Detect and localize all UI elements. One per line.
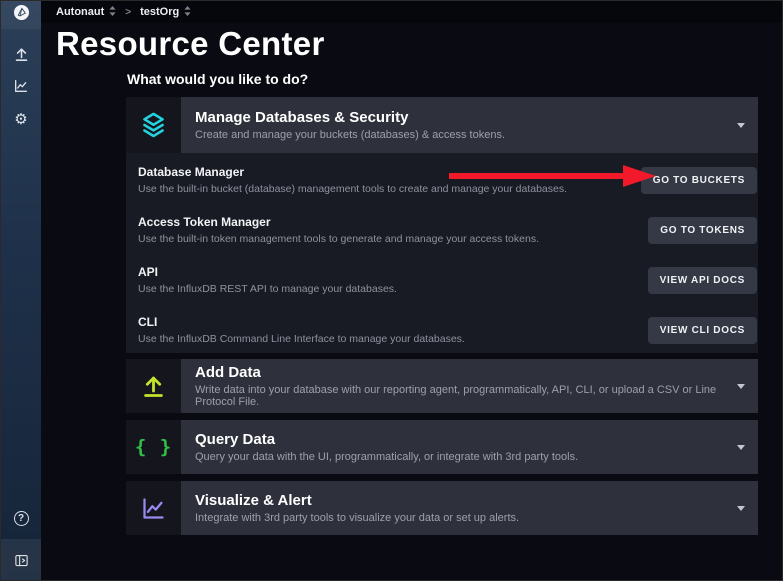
row-text: Database Manager Use the built-in bucket… bbox=[138, 165, 641, 195]
line-graph-icon bbox=[13, 78, 29, 99]
row-description: Use the built-in bucket (database) manag… bbox=[138, 183, 641, 195]
panel-manage-header[interactable]: Manage Databases & Security Create and m… bbox=[126, 97, 758, 153]
panel-description: Create and manage your buckets (database… bbox=[195, 129, 728, 141]
resource-row-api: API Use the InfluxDB REST API to manage … bbox=[126, 255, 758, 305]
row-text: CLI Use the InfluxDB Command Line Interf… bbox=[138, 315, 648, 345]
upload-arrow-icon bbox=[13, 46, 30, 68]
sidebar-nav: ⚙ bbox=[11, 47, 31, 129]
panel-description: Query your data with the UI, programmati… bbox=[195, 451, 728, 463]
sidebar-footer bbox=[1, 539, 41, 581]
chevron-down-icon[interactable] bbox=[737, 384, 745, 389]
line-chart-icon bbox=[126, 481, 181, 535]
panel-title: Query Data bbox=[195, 431, 728, 448]
panel-query-data-header-text: Query Data Query your data with the UI, … bbox=[181, 420, 758, 474]
influxdb-logo[interactable] bbox=[1, 1, 41, 29]
resource-row-access-token-manager: Access Token Manager Use the built-in to… bbox=[126, 205, 758, 255]
page-title: Resource Center bbox=[56, 25, 325, 63]
go-to-buckets-button[interactable]: GO TO BUCKETS bbox=[641, 167, 757, 194]
panel-add-data-header-text: Add Data Write data into your database w… bbox=[181, 359, 758, 413]
panel-visualize-alert: Visualize & Alert Integrate with 3rd par… bbox=[126, 481, 758, 535]
breadcrumb-org-selector[interactable]: Autonaut bbox=[56, 6, 116, 19]
row-title: API bbox=[138, 265, 648, 279]
curly-braces-glyph: { } bbox=[135, 436, 172, 458]
sidebar-item-data-explorer[interactable] bbox=[11, 78, 31, 98]
row-title: Access Token Manager bbox=[138, 215, 648, 229]
panel-manage-databases: Manage Databases & Security Create and m… bbox=[126, 97, 758, 353]
sidebar-toggle-icon[interactable] bbox=[11, 551, 31, 571]
sort-caret-icon bbox=[109, 6, 116, 19]
panel-visualize-header[interactable]: Visualize & Alert Integrate with 3rd par… bbox=[126, 481, 758, 535]
chevron-down-icon[interactable] bbox=[737, 123, 745, 128]
page-subtitle: What would you like to do? bbox=[127, 71, 308, 87]
chevron-down-icon[interactable] bbox=[737, 445, 745, 450]
panel-title: Visualize & Alert bbox=[195, 492, 728, 509]
sort-caret-icon bbox=[184, 6, 191, 19]
upload-arrow-icon bbox=[126, 359, 181, 413]
panel-add-data-header[interactable]: Add Data Write data into your database w… bbox=[126, 359, 758, 413]
row-description: Use the InfluxDB REST API to manage your… bbox=[138, 283, 648, 295]
row-description: Use the InfluxDB Command Line Interface … bbox=[138, 333, 648, 345]
row-description: Use the built-in token management tools … bbox=[138, 233, 648, 245]
panel-title: Manage Databases & Security bbox=[195, 109, 728, 126]
curly-braces-icon: { } bbox=[126, 420, 181, 474]
breadcrumb-bar: Autonaut > testOrg bbox=[41, 1, 782, 23]
panel-description: Write data into your database with our r… bbox=[195, 384, 728, 408]
layers-stack-icon bbox=[126, 97, 181, 153]
panel-add-data: Add Data Write data into your database w… bbox=[126, 359, 758, 413]
row-text: Access Token Manager Use the built-in to… bbox=[138, 215, 648, 245]
sidebar-bottom: ? bbox=[1, 511, 41, 581]
breadcrumb-suborg-selector[interactable]: testOrg bbox=[140, 6, 191, 19]
sidebar-item-settings[interactable]: ⚙ bbox=[11, 109, 31, 129]
app-window: ⚙ ? Autonaut > bbox=[0, 0, 783, 581]
sidebar: ⚙ ? bbox=[1, 1, 41, 581]
view-api-docs-button[interactable]: VIEW API DOCS bbox=[648, 267, 757, 294]
chevron-down-icon[interactable] bbox=[737, 506, 745, 511]
view-cli-docs-button[interactable]: VIEW CLI DOCS bbox=[648, 317, 757, 344]
panel-query-data-header[interactable]: { } Query Data Query your data with the … bbox=[126, 420, 758, 474]
breadcrumb-org-label: Autonaut bbox=[56, 6, 104, 18]
panel-title: Add Data bbox=[195, 364, 728, 381]
panel-manage-header-text: Manage Databases & Security Create and m… bbox=[181, 97, 758, 153]
breadcrumb-separator: > bbox=[125, 7, 131, 18]
panel-query-data: { } Query Data Query your data with the … bbox=[126, 420, 758, 474]
panel-manage-body: Database Manager Use the built-in bucket… bbox=[126, 153, 758, 353]
row-title: CLI bbox=[138, 315, 648, 329]
help-icon[interactable]: ? bbox=[14, 511, 29, 526]
resource-row-database-manager: Database Manager Use the built-in bucket… bbox=[126, 155, 758, 205]
go-to-tokens-button[interactable]: GO TO TOKENS bbox=[648, 217, 757, 244]
row-title: Database Manager bbox=[138, 165, 641, 179]
breadcrumb-suborg-label: testOrg bbox=[140, 6, 179, 18]
influxdb-logo-icon bbox=[12, 3, 31, 27]
row-text: API Use the InfluxDB REST API to manage … bbox=[138, 265, 648, 295]
panel-visualize-header-text: Visualize & Alert Integrate with 3rd par… bbox=[181, 481, 758, 535]
sidebar-item-load-data[interactable] bbox=[11, 47, 31, 67]
resource-row-cli: CLI Use the InfluxDB Command Line Interf… bbox=[126, 305, 758, 355]
panel-description: Integrate with 3rd party tools to visual… bbox=[195, 512, 728, 524]
gear-icon: ⚙ bbox=[14, 112, 27, 127]
